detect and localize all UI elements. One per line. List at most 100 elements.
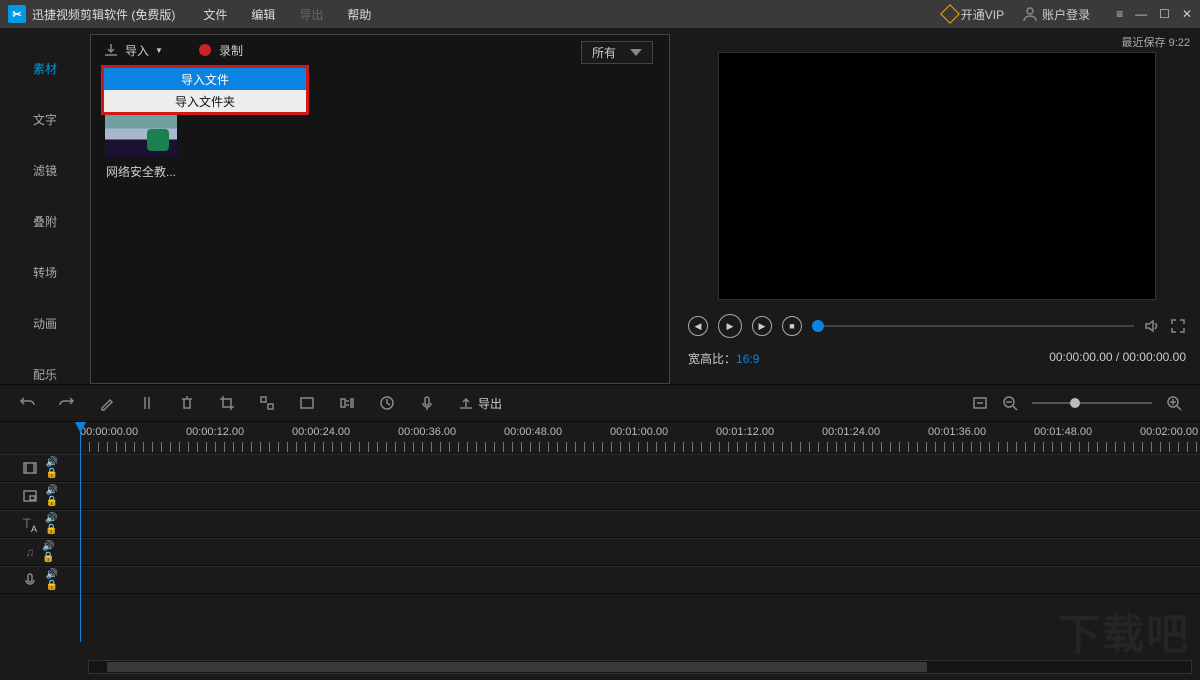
next-frame-button[interactable]: ▶ xyxy=(752,316,772,336)
chevron-down-icon: ▼ xyxy=(155,46,163,55)
volume-icon[interactable] xyxy=(1144,318,1160,334)
timeline: 00:00:00.00 00:00:12.00 00:00:24.00 00:0… xyxy=(0,422,1200,680)
video-track[interactable]: 🔊🔒 xyxy=(0,454,1200,482)
playhead[interactable] xyxy=(80,422,81,642)
ratio-value[interactable]: 16:9 xyxy=(736,352,759,366)
crop-button[interactable] xyxy=(218,394,236,412)
export-label: 导出 xyxy=(478,395,502,412)
menu-file[interactable]: 文件 xyxy=(203,6,227,23)
ruler-tick: 00:00:00.00 xyxy=(80,426,138,438)
time-display: 00:00:00.00 / 00:00:00.00 xyxy=(1049,350,1186,367)
hamburger-icon[interactable]: ≡ xyxy=(1116,7,1123,21)
mosaic-button[interactable] xyxy=(258,394,276,412)
voice-track[interactable]: 🔊🔒 xyxy=(0,566,1200,594)
ruler-tick: 00:01:00.00 xyxy=(610,426,668,438)
time-ruler[interactable]: 00:00:00.00 00:00:12.00 00:00:24.00 00:0… xyxy=(80,422,1200,454)
ruler-tick: 00:00:48.00 xyxy=(504,426,562,438)
delete-button[interactable] xyxy=(178,394,196,412)
ratio-label: 宽高比： xyxy=(688,352,736,366)
duration-button[interactable] xyxy=(378,394,396,412)
horizontal-scrollbar[interactable] xyxy=(88,660,1192,674)
media-panel: 导入 ▼ 录制 导入文件 导入文件夹 所有 网络安全教... xyxy=(90,34,670,384)
filter-select[interactable]: 所有 xyxy=(581,41,653,64)
zoom-handle[interactable] xyxy=(1070,398,1080,408)
media-thumbnail[interactable]: 网络安全教... xyxy=(105,113,177,180)
play-button[interactable]: ▶ xyxy=(718,314,742,338)
minimize-icon[interactable]: — xyxy=(1135,7,1147,21)
menu-export: 导出 xyxy=(299,6,323,23)
pip-icon xyxy=(22,488,38,504)
export-button[interactable]: 导出 xyxy=(458,394,502,412)
edit-button[interactable] xyxy=(98,394,116,412)
scrollbar-thumb[interactable] xyxy=(107,662,927,672)
timeline-toolbar: 导出 xyxy=(0,384,1200,422)
preview-pane: 最近保存 9:22 ◀ ▶ ▶ ■ 宽高比：16:9 00:00:00.00 /… xyxy=(670,28,1200,384)
record-button[interactable]: 录制 xyxy=(219,42,243,59)
menu-bar: 文件 编辑 导出 帮助 xyxy=(203,6,371,23)
track-toggles[interactable]: 🔊🔒 xyxy=(42,541,54,563)
split-button[interactable] xyxy=(138,394,156,412)
music-track[interactable]: ♫🔊🔒 xyxy=(0,538,1200,566)
ruler-tick: 00:01:36.00 xyxy=(928,426,986,438)
import-dropdown: 导入文件 导入文件夹 xyxy=(101,65,309,115)
voiceover-button[interactable] xyxy=(418,394,436,412)
ruler-tick: 00:01:24.00 xyxy=(822,426,880,438)
ruler-ticks xyxy=(80,442,1200,452)
redo-button[interactable] xyxy=(58,394,76,412)
app-icon: ✂ xyxy=(8,5,26,23)
menu-help[interactable]: 帮助 xyxy=(347,6,371,23)
dropdown-import-folder[interactable]: 导入文件夹 xyxy=(104,90,306,112)
import-label: 导入 xyxy=(125,42,149,59)
progress-slider[interactable] xyxy=(812,325,1134,327)
video-preview[interactable] xyxy=(718,52,1156,300)
sidebar-item-filter[interactable]: 滤镜 xyxy=(0,148,90,193)
track-toggles[interactable]: 🔊🔒 xyxy=(46,569,58,591)
track-toggles[interactable]: 🔊🔒 xyxy=(45,513,57,535)
maximize-icon[interactable]: ☐ xyxy=(1159,7,1170,21)
pip-track[interactable]: 🔊🔒 xyxy=(0,482,1200,510)
sidebar-item-text[interactable]: 文字 xyxy=(0,97,90,142)
zoom-out-button[interactable] xyxy=(1002,395,1018,411)
zoom-in-button[interactable] xyxy=(1166,395,1182,411)
sidebar-item-music[interactable]: 配乐 xyxy=(0,352,90,397)
sidebar-item-media[interactable]: 素材 xyxy=(0,46,90,91)
fullscreen-icon[interactable] xyxy=(1170,318,1186,334)
app-title: 迅捷视频剪辑软件 (免费版) xyxy=(32,6,175,23)
sidebar-item-overlay[interactable]: 叠附 xyxy=(0,199,90,244)
filter-label: 所有 xyxy=(592,44,616,61)
import-button[interactable]: 导入 ▼ xyxy=(103,42,163,59)
dropdown-import-file[interactable]: 导入文件 xyxy=(104,68,306,90)
thumbnail-image xyxy=(105,113,177,157)
zoom-slider[interactable] xyxy=(1032,402,1152,404)
progress-handle[interactable] xyxy=(812,320,824,332)
watermark: 下载吧 xyxy=(1058,601,1190,662)
export-icon xyxy=(458,395,474,411)
sidebar-item-transition[interactable]: 转场 xyxy=(0,250,90,295)
sidebar: 素材 文字 滤镜 叠附 转场 动画 配乐 xyxy=(0,28,90,384)
freeze-button[interactable] xyxy=(298,394,316,412)
stop-button[interactable]: ■ xyxy=(782,316,802,336)
track-toggles[interactable]: 🔊🔒 xyxy=(46,485,58,507)
record-label: 录制 xyxy=(219,42,243,59)
sidebar-item-animation[interactable]: 动画 xyxy=(0,301,90,346)
chevron-down-icon xyxy=(630,49,642,56)
login-button[interactable]: 账户登录 xyxy=(1022,6,1090,23)
vip-button[interactable]: 开通VIP xyxy=(943,6,1004,23)
zoom-button[interactable] xyxy=(338,394,356,412)
diamond-icon xyxy=(940,4,960,24)
last-save-label: 最近保存 9:22 xyxy=(684,34,1190,50)
menu-edit[interactable]: 编辑 xyxy=(251,6,275,23)
close-icon[interactable]: ✕ xyxy=(1182,7,1192,21)
mic-icon xyxy=(22,572,38,588)
prev-frame-button[interactable]: ◀ xyxy=(688,316,708,336)
fit-button[interactable] xyxy=(972,395,988,411)
undo-button[interactable] xyxy=(18,394,36,412)
track-toggles[interactable]: 🔊🔒 xyxy=(46,457,58,479)
title-right: 开通VIP 账户登录 ≡ — ☐ ✕ xyxy=(943,6,1192,23)
ruler-tick: 00:01:12.00 xyxy=(716,426,774,438)
user-icon xyxy=(1022,6,1038,22)
text-track[interactable]: TA🔊🔒 xyxy=(0,510,1200,538)
titlebar: ✂ 迅捷视频剪辑软件 (免费版) 文件 编辑 导出 帮助 开通VIP 账户登录 … xyxy=(0,0,1200,28)
ruler-tick: 00:00:24.00 xyxy=(292,426,350,438)
film-icon xyxy=(22,460,38,476)
